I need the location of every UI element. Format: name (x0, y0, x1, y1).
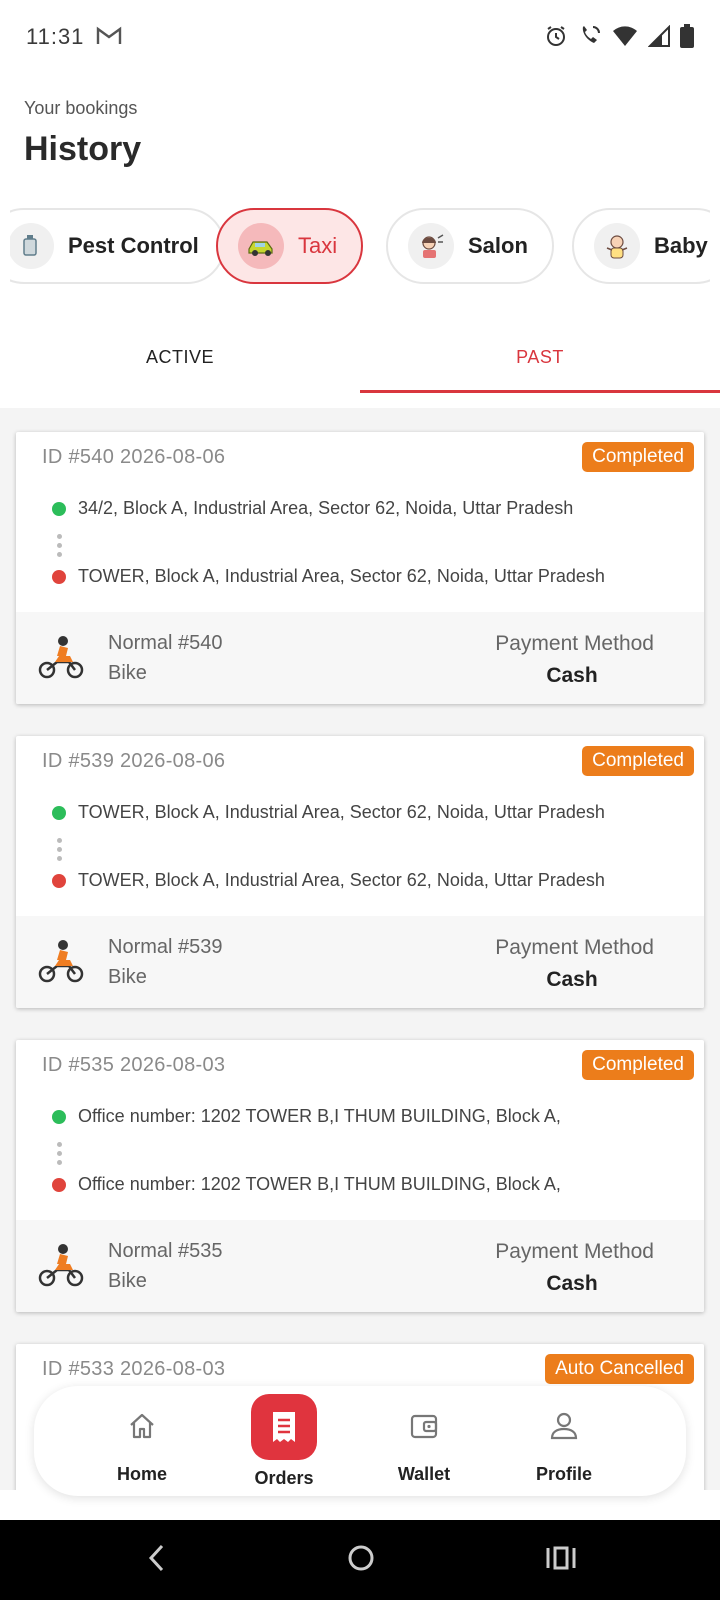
payment-method-value: Cash (546, 968, 598, 991)
category-taxi[interactable]: Taxi (216, 208, 364, 284)
alarm-icon (544, 24, 568, 48)
route-connector (57, 1142, 62, 1165)
vehicle-type: Bike (108, 662, 147, 684)
route-connector (57, 534, 62, 557)
category-baby[interactable]: Baby (572, 208, 710, 284)
nav-label: Profile (535, 1464, 592, 1484)
tab-active[interactable]: ACTIVE (0, 320, 360, 394)
profile-icon (549, 1408, 579, 1444)
pickup-dot (52, 805, 66, 820)
page-title: History (24, 130, 142, 168)
wifi-calling-icon (578, 24, 602, 48)
booking-id-date: ID #540 2026-08-06 (42, 446, 226, 468)
baby-icon (594, 223, 640, 269)
drop-text: TOWER, Block A, Industrial Area, Sector … (78, 566, 605, 586)
status-icons (544, 24, 694, 48)
category-salon[interactable]: Salon (386, 208, 554, 284)
home-button-icon[interactable] (346, 1540, 376, 1581)
status-badge: Auto Cancelled (545, 1354, 694, 1384)
card-footer: Normal #539 Bike Payment Method Cash (16, 916, 704, 1008)
salon-icon (408, 223, 454, 269)
drop-dot (52, 873, 66, 888)
booking-card[interactable]: ID #535 2026-08-03 Completed Office numb… (16, 1040, 704, 1312)
drop-text: TOWER, Block A, Industrial Area, Sector … (78, 870, 605, 890)
bike-rider-icon (38, 1242, 84, 1293)
card-footer: Normal #535 Bike Payment Method Cash (16, 1220, 704, 1312)
pickup-address: Office number: 1202 TOWER B,I THUM BUILD… (52, 1106, 561, 1127)
bike-rider-icon (38, 634, 84, 685)
wifi-icon (612, 25, 638, 47)
category-label: Salon (468, 233, 528, 258)
pickup-address: TOWER, Block A, Industrial Area, Sector … (52, 802, 605, 823)
booking-tabs: ACTIVE PAST (0, 320, 720, 394)
ride-type: Normal #540 (108, 632, 223, 654)
route-connector (57, 838, 62, 861)
nav-home[interactable]: Home (72, 1386, 212, 1496)
system-navigation-bar (0, 1520, 720, 1600)
category-scroller[interactable]: Pest Control Taxi Salon Baby (10, 204, 710, 286)
vehicle-type: Bike (108, 966, 147, 988)
nav-label: Orders (254, 1468, 314, 1488)
payment-method-label: Payment Method (495, 632, 654, 655)
battery-icon (680, 24, 694, 48)
tab-past[interactable]: PAST (360, 320, 720, 394)
booking-card[interactable]: ID #540 2026-08-06 Completed 34/2, Block… (16, 432, 704, 704)
ride-type: Normal #535 (108, 1240, 223, 1262)
pickup-dot (52, 501, 66, 516)
nav-orders[interactable]: Orders (214, 1386, 354, 1496)
nav-label: Wallet (397, 1464, 451, 1484)
booking-id-date: ID #535 2026-08-03 (42, 1054, 226, 1076)
nav-label: Home (116, 1464, 167, 1484)
drop-address: TOWER, Block A, Industrial Area, Sector … (52, 870, 605, 891)
booking-id-date: ID #533 2026-08-03 (42, 1358, 226, 1380)
payment-method-value: Cash (546, 1272, 598, 1295)
nav-wallet[interactable]: Wallet (354, 1386, 494, 1496)
payment-method-label: Payment Method (495, 1240, 654, 1263)
gmail-icon (96, 26, 122, 51)
payment-method-label: Payment Method (495, 936, 654, 959)
signal-icon (648, 25, 670, 47)
card-footer: Normal #540 Bike Payment Method Cash (16, 612, 704, 704)
pest-control-icon (10, 223, 54, 269)
category-label: Pest Control (68, 233, 199, 258)
bottom-navigation: Home Orders Wallet Profile (34, 1386, 686, 1496)
pickup-text: TOWER, Block A, Industrial Area, Sector … (78, 802, 605, 822)
status-badge: Completed (582, 442, 694, 472)
bike-rider-icon (38, 938, 84, 989)
drop-text: Office number: 1202 TOWER B,I THUM BUILD… (78, 1174, 561, 1194)
status-time: 11:31 (26, 24, 85, 49)
category-pest-control[interactable]: Pest Control (10, 208, 225, 284)
nav-profile[interactable]: Profile (494, 1386, 634, 1496)
booking-list[interactable]: ID #540 2026-08-06 Completed 34/2, Block… (0, 408, 720, 1490)
category-label: Baby (654, 233, 708, 258)
pickup-dot (52, 1109, 66, 1124)
tab-indicator (360, 390, 720, 393)
page-subtitle: Your bookings (24, 98, 138, 118)
pickup-text: Office number: 1202 TOWER B,I THUM BUILD… (78, 1106, 561, 1126)
home-icon (127, 1408, 157, 1444)
orders-icon (251, 1394, 317, 1460)
status-badge: Completed (582, 746, 694, 776)
pickup-text: 34/2, Block A, Industrial Area, Sector 6… (78, 498, 574, 518)
drop-address: TOWER, Block A, Industrial Area, Sector … (52, 566, 605, 587)
drop-address: Office number: 1202 TOWER B,I THUM BUILD… (52, 1174, 561, 1195)
vehicle-type: Bike (108, 1270, 147, 1292)
category-label: Taxi (298, 233, 338, 258)
payment-method-value: Cash (546, 664, 598, 687)
ride-type: Normal #539 (108, 936, 223, 958)
booking-id-date: ID #539 2026-08-06 (42, 750, 226, 772)
taxi-icon (238, 223, 284, 269)
status-bar: 11:31 (0, 0, 720, 72)
booking-card[interactable]: ID #539 2026-08-06 Completed TOWER, Bloc… (16, 736, 704, 1008)
drop-dot (52, 569, 66, 584)
back-icon[interactable] (146, 1540, 166, 1581)
recents-icon[interactable] (546, 1540, 576, 1581)
pickup-address: 34/2, Block A, Industrial Area, Sector 6… (52, 498, 573, 519)
drop-dot (52, 1177, 66, 1192)
status-badge: Completed (582, 1050, 694, 1080)
wallet-icon (409, 1408, 439, 1444)
